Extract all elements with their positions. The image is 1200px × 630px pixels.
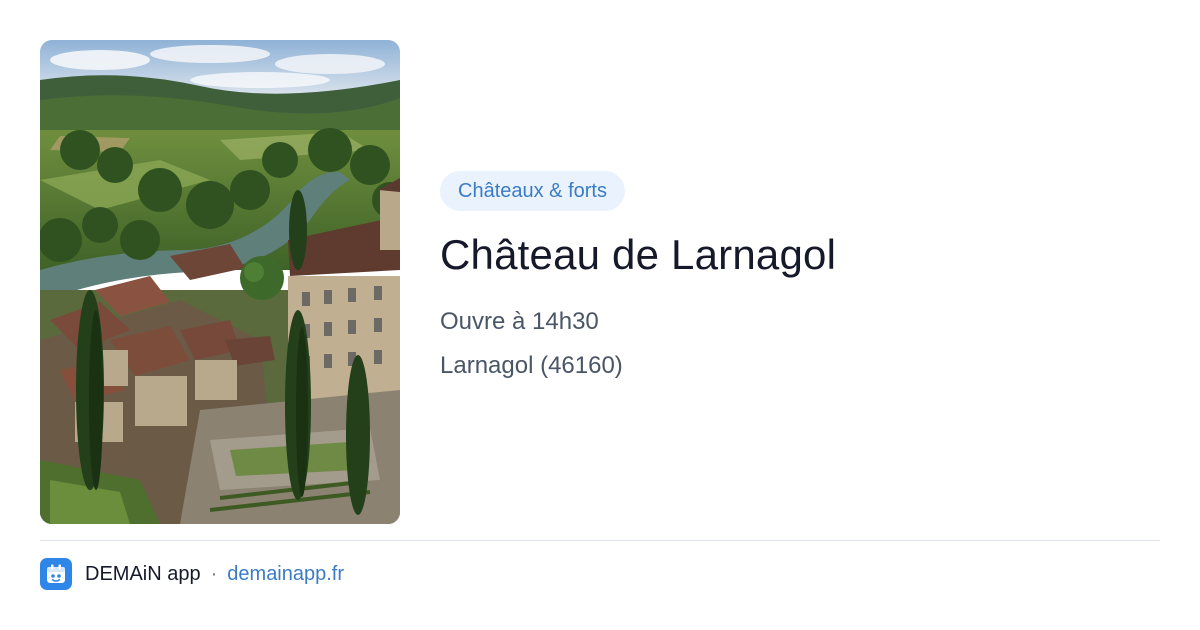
- place-info: Châteaux & forts Château de Larnagol Ouv…: [440, 171, 1160, 381]
- place-photo-illustration: [40, 40, 400, 524]
- place-title[interactable]: Château de Larnagol: [440, 231, 1160, 279]
- place-photo[interactable]: [40, 40, 400, 524]
- footer-divider: [40, 540, 1160, 541]
- calendar-app-icon[interactable]: [40, 558, 72, 590]
- category-badge[interactable]: Châteaux & forts: [440, 171, 625, 211]
- place-location: Larnagol (46160): [440, 352, 623, 379]
- app-name: DEMAiN app: [85, 562, 201, 585]
- opening-hours: Ouvre à 14h30: [440, 308, 599, 335]
- footer-separator: ·: [210, 562, 218, 585]
- footer: DEMAiN app · demainapp.fr: [40, 558, 344, 590]
- app-domain-link[interactable]: demainapp.fr: [227, 563, 344, 586]
